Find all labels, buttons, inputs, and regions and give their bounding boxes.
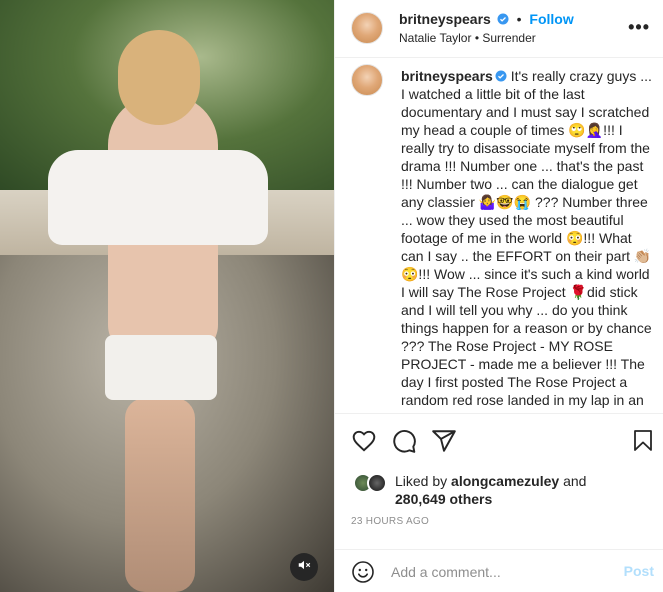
video-figure-legs	[125, 398, 195, 592]
audio-title: Surrender	[482, 31, 536, 45]
verified-icon	[495, 68, 507, 82]
audio-artist: Natalie Taylor	[399, 31, 472, 45]
likes-prefix: Liked by	[395, 473, 448, 489]
caption-area: britneyspears It's really crazy guys ...…	[335, 58, 663, 414]
mute-button[interactable]	[290, 553, 318, 581]
likes-count[interactable]: 280,649 others	[395, 491, 492, 507]
post-header: britneyspears • Follow Natalie Taylor • …	[335, 0, 663, 58]
caption: britneyspears It's really crazy guys ...…	[401, 67, 656, 413]
likes-text: Liked by alongcamezuley and 280,649 othe…	[395, 472, 586, 508]
action-bar	[335, 428, 663, 460]
comment-icon[interactable]	[391, 428, 419, 456]
likes-summary: Liked by alongcamezuley and 280,649 othe…	[351, 470, 651, 510]
heart-icon[interactable]	[351, 428, 379, 456]
avatar[interactable]	[367, 473, 387, 493]
video-figure-shorts	[105, 335, 217, 400]
audio-info[interactable]: Natalie Taylor • Surrender	[399, 31, 536, 45]
bookmark-icon[interactable]	[631, 428, 659, 456]
avatar[interactable]	[351, 12, 383, 44]
follow-button[interactable]: Follow	[529, 11, 573, 27]
caption-username[interactable]: britneyspears	[401, 68, 493, 84]
separator-dot: •	[516, 11, 522, 27]
header-name-row: britneyspears • Follow	[399, 11, 574, 27]
comment-input[interactable]	[391, 562, 611, 582]
likes-and: and	[563, 473, 587, 489]
caption-text: It's really crazy guys ... I watched a l…	[401, 68, 652, 413]
post-video[interactable]	[0, 0, 334, 592]
post-comment-button[interactable]: Post	[624, 563, 654, 579]
more-icon[interactable]: •••	[628, 18, 650, 36]
comment-bar: Post	[335, 549, 663, 592]
video-figure-top	[48, 150, 268, 245]
avatar[interactable]	[351, 64, 383, 96]
verified-icon	[497, 12, 509, 25]
share-icon[interactable]	[431, 428, 459, 456]
mute-icon	[297, 558, 311, 577]
video-figure-head	[118, 30, 200, 125]
post-side-panel: britneyspears • Follow Natalie Taylor • …	[334, 0, 663, 592]
header-username[interactable]: britneyspears	[399, 11, 491, 27]
likes-user[interactable]: alongcamezuley	[451, 473, 559, 489]
post-timestamp[interactable]: 23 HOURS AGO	[351, 516, 429, 527]
emoji-icon[interactable]	[351, 560, 375, 584]
